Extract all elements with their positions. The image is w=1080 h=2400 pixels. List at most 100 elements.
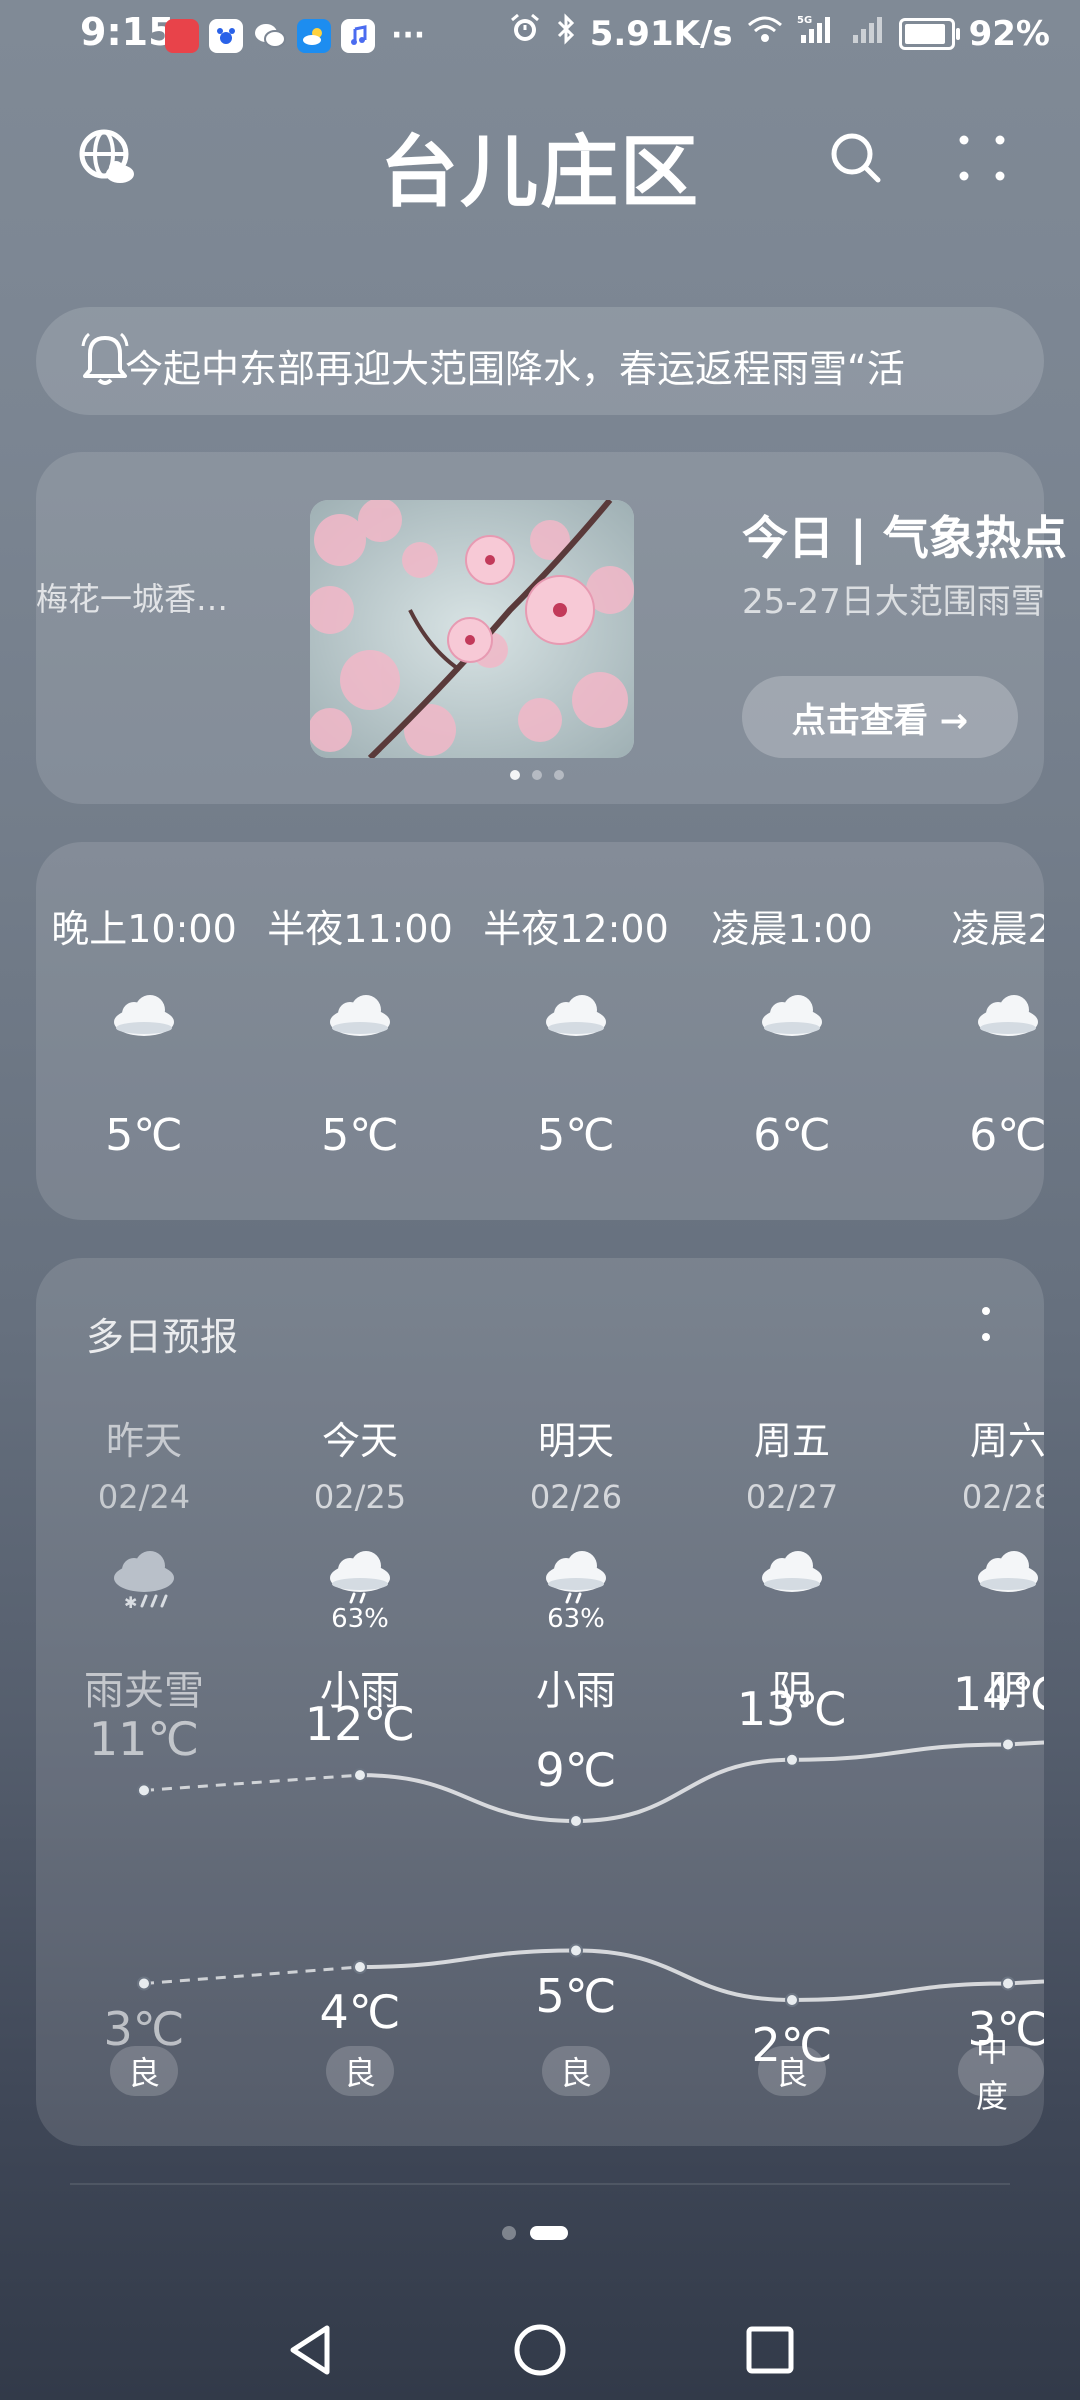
lo_value-temp-point (1001, 1976, 1015, 1991)
day-condition: 小雨 (536, 1668, 616, 1714)
hour-time: 凌晨2: (951, 907, 1045, 951)
hour-temp: 6℃ (969, 1110, 1044, 1161)
light-rain-icon (252, 1548, 468, 1612)
search-icon (831, 133, 881, 183)
status-bar: 9:15 ··· 5.91K/s 5G 92% (0, 0, 1080, 72)
baidu-app-icon (209, 18, 243, 53)
day-condition: 雨夹雪 (84, 1668, 204, 1714)
status-time: 9:15 (80, 10, 175, 54)
huawei-app-icon (165, 18, 199, 53)
banner-page-indicator (510, 770, 564, 780)
cloud-icon (36, 992, 252, 1042)
home-button[interactable] (500, 2310, 580, 2390)
alarm-icon (508, 12, 542, 55)
signal-icon-2 (851, 13, 885, 54)
precip-probability: 63% (547, 1604, 605, 1634)
back-button[interactable] (270, 2310, 350, 2390)
hi_value-past-segment (143, 1773, 361, 1792)
daily-forecast-card[interactable]: 多日预报 昨天 02/24 ✱ 雨夹雪 11℃ 3℃ 良今天 02/25 63% 小雨 12℃ 4℃ 良… (36, 1258, 1044, 2146)
more-menu-button[interactable] (946, 122, 1018, 194)
status-right: 5.91K/s 5G 92% (508, 12, 1050, 55)
day-high-temp: 13℃ (736, 1681, 848, 1736)
battery-icon (898, 17, 960, 50)
day-high-temp: 11℃ (88, 1712, 200, 1767)
page-dot (502, 2226, 516, 2240)
cloud-icon (252, 992, 468, 1042)
back-triangle-icon (290, 2325, 330, 2375)
recents-square-icon (746, 2326, 794, 2374)
more-notifications-indicator: ··· (391, 18, 426, 53)
cloud-icon (684, 992, 900, 1042)
banner-title[interactable]: 今日 | 气象热点 (742, 502, 1067, 568)
day-date: 02/27 (745, 1478, 839, 1516)
hour-time: 半夜12:00 (483, 907, 669, 951)
banner-dot (510, 770, 520, 780)
precip-probability: 63% (331, 1604, 389, 1634)
day-date: 02/28 (961, 1478, 1044, 1516)
page-dot (530, 2226, 568, 2240)
day-high-temp: 9℃ (535, 1743, 617, 1797)
banner-dot (532, 770, 542, 780)
recents-button[interactable] (730, 2310, 810, 2390)
four-dots-icon (959, 135, 1005, 181)
lo_value-past-segment (143, 1965, 361, 1985)
hi_value-temp-point (1001, 1737, 1015, 1752)
cloud-icon (684, 1548, 900, 1598)
day-name: 周六 (969, 1419, 1044, 1463)
city-page-indicator (502, 2226, 568, 2240)
lo_value-temp-point (785, 1993, 799, 2007)
day-high-temp: 14℃ (952, 1666, 1044, 1721)
lo_value-temp-point (569, 1943, 583, 1958)
lo_value-temp-point (353, 1960, 367, 1974)
cloud-icon (900, 992, 1044, 1042)
svg-text:5G: 5G (797, 15, 812, 26)
day-name: 明天 (537, 1419, 614, 1463)
day-high-temp: 12℃ (304, 1697, 416, 1752)
plum-blossom-image[interactable] (310, 500, 634, 758)
divider (70, 2183, 1010, 2185)
home-circle-icon (514, 2324, 566, 2376)
hour-temp: 5℃ (321, 1110, 399, 1161)
aqi-badge[interactable]: 良 (325, 2046, 394, 2096)
hour-temp: 6℃ (753, 1110, 831, 1161)
hi_value-temp-line (359, 1740, 1044, 1824)
navigation-bar (0, 2290, 1080, 2400)
aqi-badge[interactable]: 良 (109, 2046, 178, 2096)
banner-subtitle[interactable]: 25-27日大范围雨雪 (742, 574, 1045, 623)
wechat-icon (253, 19, 287, 53)
hourly-forecast-card[interactable]: 晚上10:00 5℃ 半夜11:00 5℃ 半夜12:00 5℃ 凌晨1:00 6℃ 凌晨2: 6… (36, 842, 1044, 1220)
city-title[interactable]: 台儿庄区 (0, 110, 1080, 222)
notice-text[interactable]: 今起中东部再迎大范围降水，春运返程雨雪“活 (125, 338, 1000, 393)
hour-time: 晚上10:00 (51, 907, 237, 951)
banner-prev-caption[interactable]: 梅花一城香… (36, 574, 246, 620)
hour-time: 凌晨1:00 (711, 907, 873, 951)
hi_value-temp-point (137, 1783, 151, 1798)
bell-icon (80, 330, 130, 392)
day-name: 周五 (753, 1419, 830, 1463)
view-detail-button[interactable]: 点击查看 → (742, 676, 1018, 758)
aqi-badge[interactable]: 中度 (957, 2031, 1044, 2115)
aqi-badge[interactable]: 良 (541, 2046, 610, 2096)
network-speed: 5.91K/s (589, 13, 733, 54)
hour-temp: 5℃ (105, 1110, 183, 1161)
day-date: 02/24 (97, 1478, 191, 1516)
day-low-temp: 4℃ (319, 1985, 401, 2039)
hi_value-temp-point (785, 1752, 799, 1767)
svg-text:✱: ✱ (124, 1593, 137, 1612)
day-date: 02/26 (529, 1478, 623, 1516)
day-low-temp: 5℃ (535, 1968, 617, 2023)
day-name: 今天 (321, 1419, 398, 1463)
music-app-icon (341, 18, 375, 53)
aqi-badge[interactable]: 良 (757, 2046, 826, 2096)
hi_value-temp-point (353, 1768, 367, 1783)
notification-icons: ··· (165, 18, 425, 53)
hi_value-temp-point (569, 1814, 583, 1828)
hour-temp: 5℃ (537, 1110, 615, 1161)
hour-time: 半夜11:00 (267, 907, 453, 951)
search-button[interactable] (820, 122, 892, 194)
battery-percent: 92% (968, 13, 1050, 54)
cloud-icon (468, 992, 684, 1042)
wifi-icon (747, 14, 783, 54)
day-name: 昨天 (105, 1419, 182, 1463)
bluetooth-icon (556, 13, 576, 54)
